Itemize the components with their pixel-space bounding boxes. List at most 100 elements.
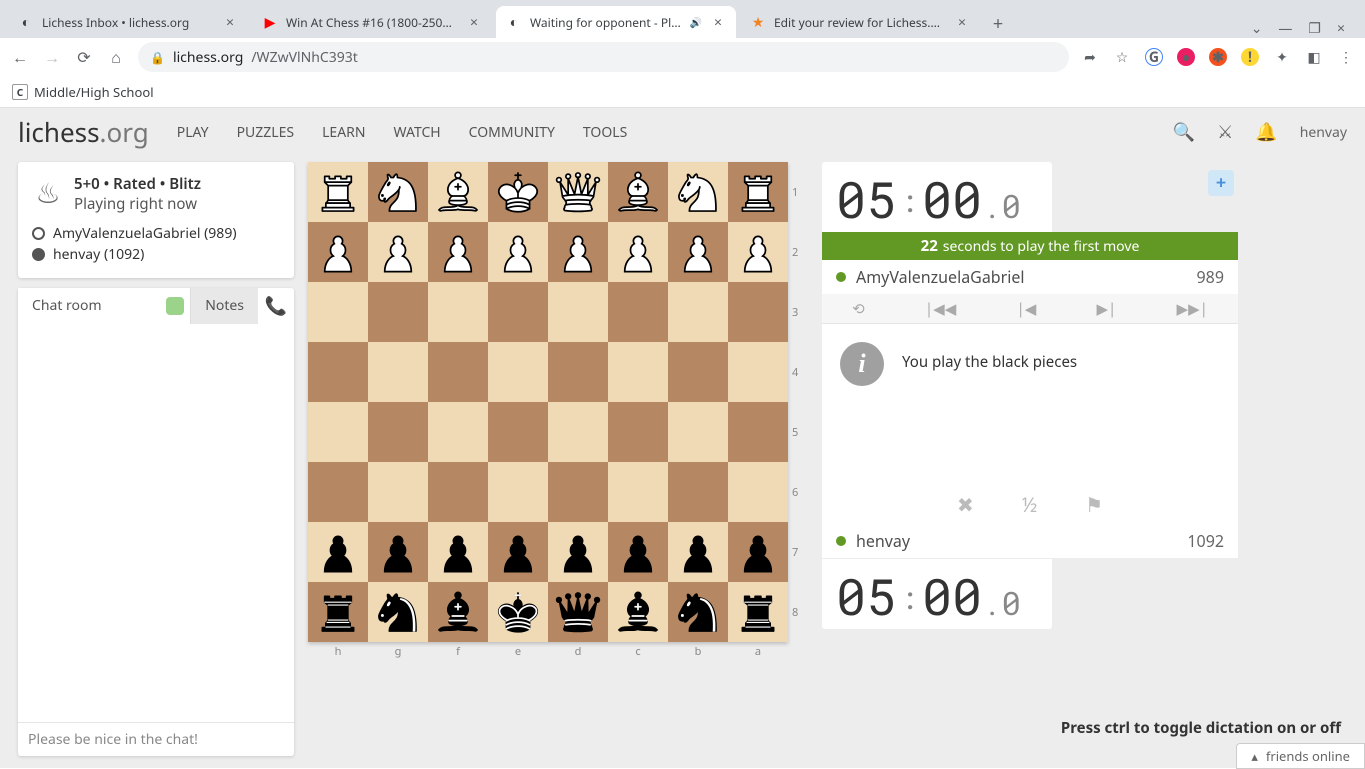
- tab-review[interactable]: ★ Edit your review for Lichess.org ×: [740, 6, 980, 38]
- square[interactable]: [308, 522, 368, 582]
- white-player-row[interactable]: AmyValenzuelaGabriel (989): [32, 224, 280, 243]
- flip-board-icon[interactable]: ⟲: [852, 299, 865, 319]
- wB-piece[interactable]: [612, 166, 664, 218]
- extensions-icon[interactable]: ✦: [1273, 48, 1291, 66]
- chat-tab-room[interactable]: Chat room: [18, 288, 116, 324]
- square[interactable]: [608, 402, 668, 462]
- tab-waiting-opponent[interactable]: ◐ Waiting for opponent - Play A 🔊 ×: [496, 6, 736, 38]
- square[interactable]: [368, 522, 428, 582]
- square[interactable]: [488, 402, 548, 462]
- first-move-icon[interactable]: |◀◀: [925, 299, 956, 319]
- address-bar[interactable]: 🔒 lichess.org/WZwVlNhC393t: [138, 42, 1069, 72]
- square[interactable]: [548, 402, 608, 462]
- bQ-piece[interactable]: [552, 586, 604, 638]
- username-link[interactable]: henvay: [1300, 123, 1347, 142]
- square[interactable]: [608, 582, 668, 642]
- square[interactable]: [608, 522, 668, 582]
- square[interactable]: [488, 582, 548, 642]
- wP-piece[interactable]: [672, 226, 724, 278]
- square[interactable]: [428, 282, 488, 342]
- chat-tab-notes[interactable]: Notes: [190, 288, 258, 324]
- bB-piece[interactable]: [432, 586, 484, 638]
- bB-piece[interactable]: [612, 586, 664, 638]
- square[interactable]: [308, 582, 368, 642]
- bN-piece[interactable]: [372, 586, 424, 638]
- close-icon[interactable]: ×: [954, 13, 970, 32]
- square[interactable]: [308, 342, 368, 402]
- bP-piece[interactable]: [732, 526, 784, 578]
- wP-piece[interactable]: [312, 226, 364, 278]
- square[interactable]: [488, 462, 548, 522]
- draw-offer-icon[interactable]: ½: [1022, 491, 1037, 518]
- my-line[interactable]: henvay 1092: [822, 524, 1238, 558]
- chess-board[interactable]: [308, 162, 788, 642]
- square[interactable]: [668, 522, 728, 582]
- wP-piece[interactable]: [492, 226, 544, 278]
- square[interactable]: [668, 582, 728, 642]
- bP-piece[interactable]: [672, 526, 724, 578]
- square[interactable]: [428, 522, 488, 582]
- square[interactable]: [488, 522, 548, 582]
- wR-piece[interactable]: [312, 166, 364, 218]
- wN-piece[interactable]: [372, 166, 424, 218]
- square[interactable]: [308, 162, 368, 222]
- square[interactable]: [668, 402, 728, 462]
- wN-piece[interactable]: [672, 166, 724, 218]
- restore-icon[interactable]: ❐: [1308, 19, 1321, 38]
- square[interactable]: [728, 162, 788, 222]
- wP-piece[interactable]: [432, 226, 484, 278]
- square[interactable]: [428, 162, 488, 222]
- square[interactable]: [308, 462, 368, 522]
- tab-lichess-inbox[interactable]: ◐ Lichess Inbox • lichess.org ×: [8, 6, 248, 38]
- square[interactable]: [368, 582, 428, 642]
- wK-piece[interactable]: [492, 166, 544, 218]
- square[interactable]: [668, 282, 728, 342]
- wQ-piece[interactable]: [552, 166, 604, 218]
- close-icon[interactable]: ×: [710, 13, 726, 32]
- bR-piece[interactable]: [312, 586, 364, 638]
- menu-icon[interactable]: ⋮: [1337, 48, 1355, 66]
- square[interactable]: [608, 222, 668, 282]
- back-button[interactable]: ←: [10, 46, 30, 68]
- square[interactable]: [728, 402, 788, 462]
- minimize-icon[interactable]: —: [1278, 19, 1292, 38]
- reload-button[interactable]: ⟳: [74, 46, 94, 68]
- bK-piece[interactable]: [492, 586, 544, 638]
- square[interactable]: [728, 342, 788, 402]
- square[interactable]: [668, 462, 728, 522]
- bN-piece[interactable]: [672, 586, 724, 638]
- square[interactable]: [428, 222, 488, 282]
- tab-youtube[interactable]: ▶ Win At Chess #16 (1800-2500) - ×: [252, 6, 492, 38]
- square[interactable]: [368, 462, 428, 522]
- square[interactable]: [308, 402, 368, 462]
- square[interactable]: [728, 582, 788, 642]
- square[interactable]: [668, 222, 728, 282]
- next-move-icon[interactable]: ▶|: [1097, 299, 1117, 319]
- square[interactable]: [368, 222, 428, 282]
- ext-icon-1[interactable]: ●: [1177, 48, 1195, 66]
- nav-play[interactable]: PLAY: [177, 123, 209, 142]
- square[interactable]: [488, 222, 548, 282]
- bP-piece[interactable]: [372, 526, 424, 578]
- search-icon[interactable]: 🔍: [1173, 120, 1195, 144]
- audio-icon[interactable]: 🔊: [690, 15, 702, 29]
- bP-piece[interactable]: [492, 526, 544, 578]
- wP-piece[interactable]: [732, 226, 784, 278]
- square[interactable]: [368, 162, 428, 222]
- square[interactable]: [728, 462, 788, 522]
- square[interactable]: [548, 462, 608, 522]
- square[interactable]: [728, 282, 788, 342]
- wR-piece[interactable]: [732, 166, 784, 218]
- abort-icon[interactable]: ✖: [957, 491, 974, 518]
- prev-move-icon[interactable]: |◀: [1016, 299, 1036, 319]
- close-icon[interactable]: ×: [222, 13, 238, 32]
- square[interactable]: [368, 402, 428, 462]
- nav-tools[interactable]: TOOLS: [583, 123, 627, 142]
- lichess-logo[interactable]: lichess.org: [18, 114, 149, 150]
- bP-piece[interactable]: [612, 526, 664, 578]
- close-icon[interactable]: ×: [466, 13, 482, 32]
- nav-watch[interactable]: WATCH: [394, 123, 441, 142]
- challenge-icon[interactable]: ⚔: [1217, 120, 1233, 144]
- square[interactable]: [548, 222, 608, 282]
- square[interactable]: [548, 582, 608, 642]
